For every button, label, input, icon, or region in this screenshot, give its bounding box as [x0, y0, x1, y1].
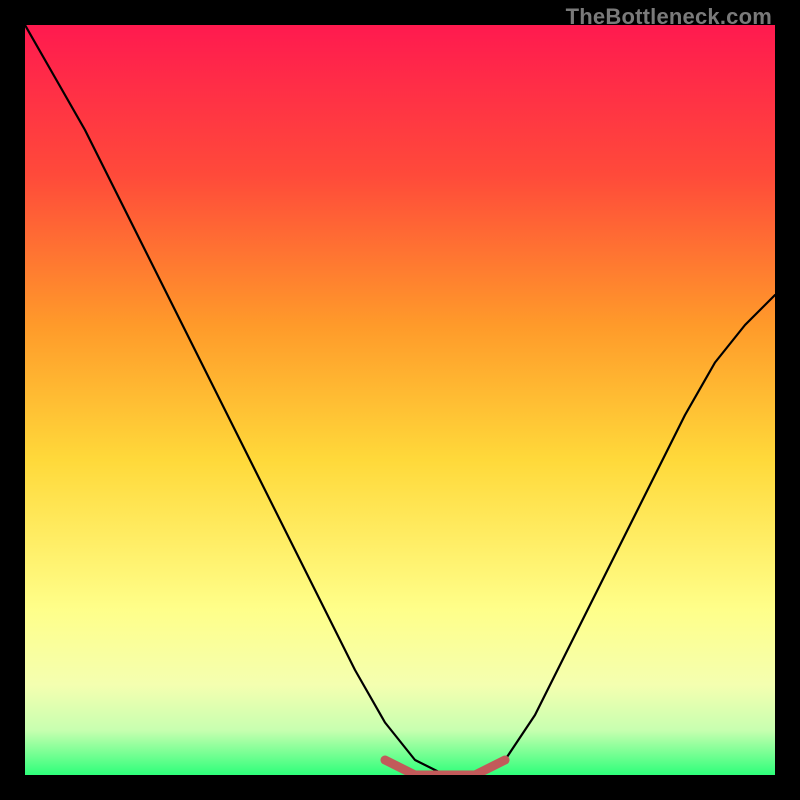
- watermark-text: TheBottleneck.com: [566, 4, 772, 30]
- chart-canvas: [25, 25, 775, 775]
- chart-frame: TheBottleneck.com: [0, 0, 800, 800]
- gradient-background: [25, 25, 775, 775]
